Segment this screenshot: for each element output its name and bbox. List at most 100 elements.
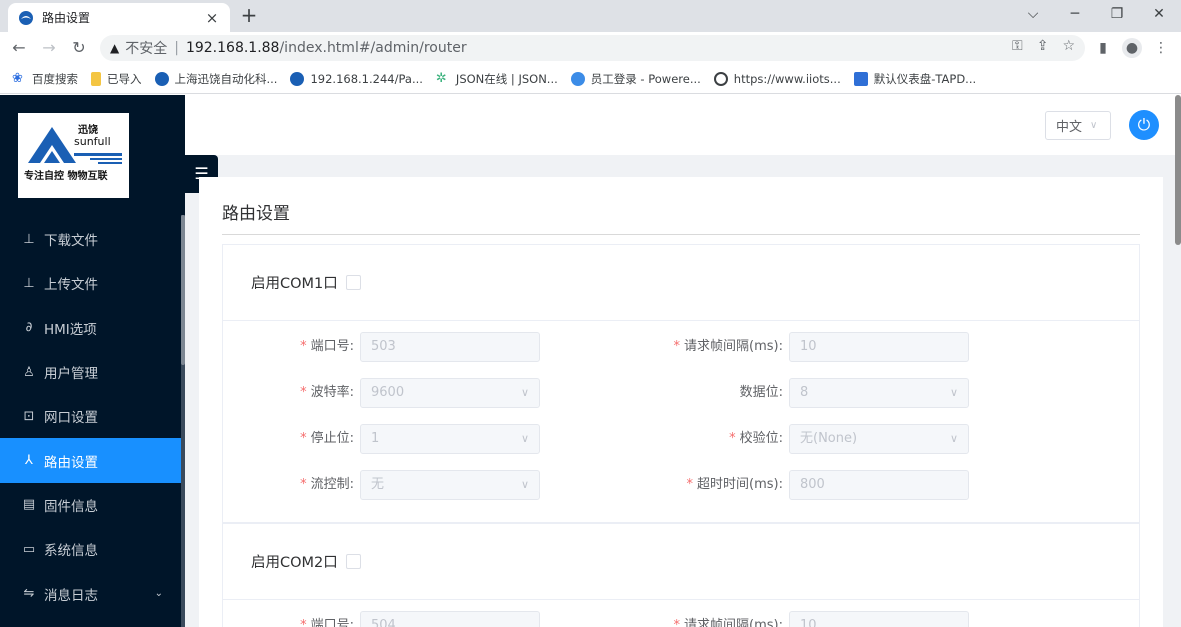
sidebar-item-label: 系统信息 xyxy=(44,543,98,560)
sidebar-item-label: 固件信息 xyxy=(44,498,98,515)
sidebar-scroll-thumb[interactable] xyxy=(181,215,185,365)
com1-title: 启用COM1口 xyxy=(251,276,338,292)
new-tab-button[interactable]: + xyxy=(236,4,262,28)
sidebar-item-users[interactable]: ♙ 用户管理 xyxy=(0,350,181,394)
logo-slogan: 专注自控 物物互联 xyxy=(24,171,108,182)
logo: 迅饶 sunfull 专注自控 物物互联 xyxy=(18,113,129,198)
browser-menu-icon[interactable]: ⋮ xyxy=(1151,38,1171,58)
com2-title: 启用COM2口 xyxy=(251,555,338,571)
star-icon[interactable]: ☆ xyxy=(1062,38,1075,54)
profile-avatar-icon[interactable]: ● xyxy=(1122,38,1142,58)
sidebar-item-logs[interactable]: ⇋ 消息日志 ⌄ xyxy=(0,571,181,615)
com1-flow-label: * 流控制: xyxy=(300,477,354,492)
site-favicon-icon xyxy=(19,10,33,25)
com1-parity-label: * 校验位: xyxy=(729,431,783,446)
com2-enable-checkbox[interactable] xyxy=(345,554,361,569)
bookmark-item[interactable]: https://www.iiots... xyxy=(713,71,841,86)
com1-timeout-input[interactable]: 800 xyxy=(789,470,969,500)
com2-header: 启用COM2口 xyxy=(223,524,1139,600)
firmware-icon: ▤ xyxy=(22,497,36,513)
upload-icon: ⊥ xyxy=(23,275,35,291)
com2-port-input[interactable]: 504 xyxy=(360,611,540,627)
com1-header: 启用COM1口 xyxy=(223,245,1139,321)
share-icon[interactable]: ⇪ xyxy=(1037,38,1049,54)
sidebar-item-label: 上传文件 xyxy=(44,277,98,294)
tab-close-icon[interactable]: × xyxy=(204,9,220,27)
warning-icon[interactable]: ▲ xyxy=(110,41,119,55)
com1-parity-select[interactable]: 无(None) ∨ xyxy=(789,424,969,454)
page-title: 路由设置 xyxy=(222,204,290,224)
tab-search-icon[interactable]: ⌵ xyxy=(1018,4,1048,24)
site-favicon-icon xyxy=(290,71,305,86)
logout-icon[interactable]: ⏻ xyxy=(1129,110,1159,140)
bookmark-item[interactable]: 192.168.1.244/Pa... xyxy=(290,71,423,86)
browser-toolbar: ← → ↻ ▲ 不安全 | 192.168.1.88 /index.html#/… xyxy=(0,32,1181,64)
shield-icon xyxy=(570,71,585,86)
bookmark-item[interactable]: 默认仪表盘-TAPD... xyxy=(853,71,976,87)
minimize-button[interactable]: ─ xyxy=(1060,4,1090,24)
browser-tab-strip: 路由设置 × + ⌵ ─ ❐ ✕ xyxy=(0,0,1181,32)
url-separator: | xyxy=(174,40,179,56)
chevron-down-icon: ⌄ xyxy=(154,588,163,600)
com1-interval-input[interactable]: 10 xyxy=(789,332,969,362)
top-header: 中文 ∨ ⏻ xyxy=(185,95,1181,155)
com2-section: 启用COM2口 * 端口号: 504 * 请求帧间隔(ms): 10 xyxy=(222,523,1140,627)
sidebar-item-label: 下载文件 xyxy=(44,233,98,250)
sidebar-item-router[interactable]: ⅄ 路由设置 xyxy=(0,438,181,483)
omnibox-icons: ⚿ ⇪ ☆ xyxy=(1012,38,1075,54)
browser-tab[interactable]: 路由设置 × xyxy=(8,3,230,32)
bookmark-item[interactable]: 上海迅饶自动化科... xyxy=(154,71,277,87)
sidebar-item-firmware[interactable]: ▤ 固件信息 xyxy=(0,483,181,527)
not-secure-label[interactable]: 不安全 xyxy=(125,38,167,58)
chevron-down-icon: ∨ xyxy=(520,432,529,445)
forward-arrow-icon[interactable]: → xyxy=(38,37,60,59)
network-icon: ⊡ xyxy=(23,408,35,424)
sidebar-item-label: 用户管理 xyxy=(44,366,98,383)
app-root: 迅饶 sunfull 专注自控 物物互联 ⊥ 下载文件 ⊥ 上传文件 ∂ HMI… xyxy=(0,95,1181,627)
bookmark-item[interactable]: 员工登录 - Powere... xyxy=(570,71,701,87)
com1-databits-label: 数据位: xyxy=(739,385,783,400)
bookmark-item[interactable]: ❀ 百度搜索 xyxy=(12,71,78,87)
chevron-down-icon: ∨ xyxy=(949,432,958,445)
page-scrollbar[interactable] xyxy=(1175,95,1181,245)
com1-stopbits-select[interactable]: 1 ∨ xyxy=(360,424,540,454)
com2-interval-label: * 请求帧间隔(ms): xyxy=(673,618,783,627)
key-icon[interactable]: ⚿ xyxy=(1012,38,1023,54)
side-panel-icon[interactable]: ▮ xyxy=(1093,38,1113,58)
globe-icon xyxy=(713,71,728,86)
logo-brand-cn: 迅饶 xyxy=(78,125,98,136)
site-favicon-icon xyxy=(154,71,169,86)
sidebar-item-system[interactable]: ▭ 系统信息 xyxy=(0,527,181,571)
com1-timeout-label: * 超时时间(ms): xyxy=(686,477,783,492)
sidebar-menu: ⊥ 下载文件 ⊥ 上传文件 ∂ HMI选项 ♙ 用户管理 ⊡ 网口设置 ⅄ 路由… xyxy=(0,217,181,616)
bookmark-folder[interactable]: 已导入 xyxy=(91,71,142,87)
bookmark-item[interactable]: ✲ JSON在线 | JSON... xyxy=(436,71,558,87)
log-icon: ⇋ xyxy=(23,586,35,602)
folder-icon xyxy=(91,71,101,86)
com1-section: 启用COM1口 * 端口号: 503 * 请求帧间隔(ms): 10 * 波特率: 9… xyxy=(222,244,1140,523)
tab-title: 路由设置 xyxy=(42,11,91,25)
sidebar-item-label: 消息日志 xyxy=(44,587,98,604)
com1-baud-select[interactable]: 9600 ∨ xyxy=(360,378,540,408)
address-bar[interactable]: ▲ 不安全 | 192.168.1.88 /index.html#/admin/… xyxy=(100,35,1085,61)
logo-brand-en: sunfull xyxy=(74,135,111,148)
restore-button[interactable]: ❐ xyxy=(1102,4,1132,24)
com1-enable-checkbox[interactable] xyxy=(345,275,361,290)
sidebar-item-network[interactable]: ⊡ 网口设置 xyxy=(0,394,181,438)
com1-port-input[interactable]: 503 xyxy=(360,332,540,362)
language-select[interactable]: 中文 ∨ xyxy=(1045,111,1111,140)
sidebar-item-download[interactable]: ⊥ 下载文件 xyxy=(0,217,181,261)
back-arrow-icon[interactable]: ← xyxy=(8,37,30,59)
com1-flow-select[interactable]: 无 ∨ xyxy=(360,470,540,500)
sidebar-item-label: HMI选项 xyxy=(44,321,97,338)
com2-interval-input[interactable]: 10 xyxy=(789,611,969,627)
chevron-down-icon: ∨ xyxy=(1090,120,1098,131)
window-close-button[interactable]: ✕ xyxy=(1144,4,1174,24)
sidebar-item-hmi[interactable]: ∂ HMI选项 xyxy=(0,306,181,350)
com1-databits-select[interactable]: 8 ∨ xyxy=(789,378,969,408)
sidebar-item-upload[interactable]: ⊥ 上传文件 xyxy=(0,261,181,305)
router-settings-card: 路由设置 启用COM1口 * 端口号: 503 * 请求帧间隔(ms): 10 * 波… xyxy=(199,177,1163,627)
router-icon: ⅄ xyxy=(25,453,33,469)
link-icon: ∂ xyxy=(25,320,33,336)
reload-icon[interactable]: ↻ xyxy=(68,37,90,59)
